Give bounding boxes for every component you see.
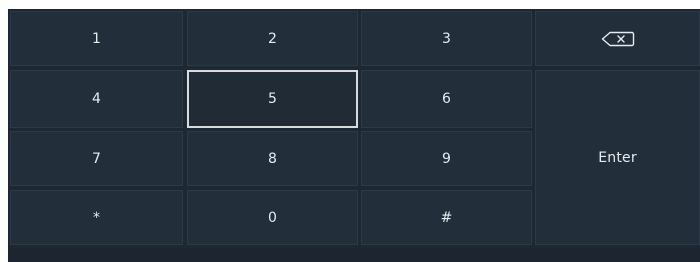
backspace-button[interactable] [535, 11, 700, 66]
key-2[interactable]: 2 [187, 11, 358, 66]
key-4-label: 4 [92, 91, 101, 107]
key-star-label: * [93, 209, 100, 226]
key-3[interactable]: 3 [361, 11, 532, 66]
key-star[interactable]: * [10, 190, 183, 245]
key-8-label: 8 [268, 150, 277, 167]
backspace-icon [601, 31, 635, 47]
key-6-label: 6 [442, 91, 451, 107]
key-8[interactable]: 8 [187, 131, 358, 186]
key-5[interactable]: 5 [187, 70, 358, 128]
enter-button-label: Enter [598, 149, 637, 166]
key-0-label: 0 [268, 209, 277, 226]
key-4[interactable]: 4 [10, 70, 183, 128]
key-6[interactable]: 6 [361, 70, 532, 128]
key-hash[interactable]: # [361, 190, 532, 245]
key-hash-label: # [440, 209, 453, 226]
keypad-bottom-strip [8, 248, 700, 262]
key-2-label: 2 [268, 30, 277, 47]
key-3-label: 3 [442, 30, 451, 47]
key-7-label: 7 [92, 150, 101, 167]
key-7[interactable]: 7 [10, 131, 183, 186]
key-9-label: 9 [442, 150, 451, 167]
key-9[interactable]: 9 [361, 131, 532, 186]
key-1[interactable]: 1 [10, 11, 183, 66]
key-5-label: 5 [268, 91, 277, 107]
numeric-keypad: 1 2 3 4 5 6 Enter 7 8 9 * 0 # [8, 9, 700, 262]
enter-button[interactable]: Enter [535, 70, 700, 245]
key-0[interactable]: 0 [187, 190, 358, 245]
key-1-label: 1 [92, 30, 101, 47]
